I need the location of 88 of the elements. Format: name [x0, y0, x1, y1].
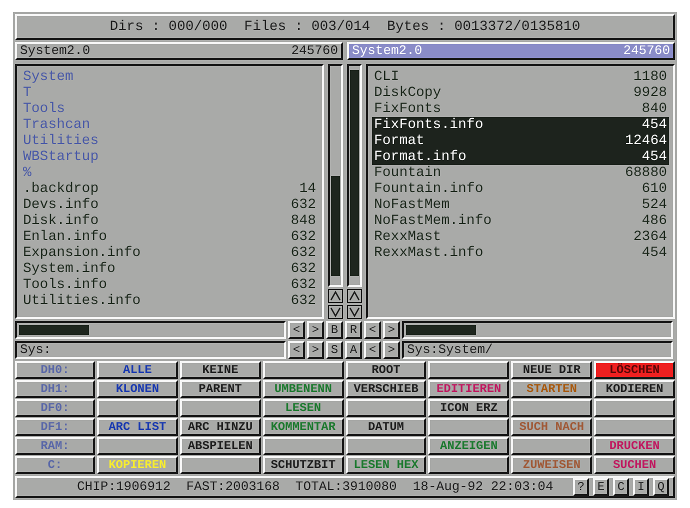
command-button[interactable]: ROOT — [346, 361, 426, 379]
nav-button[interactable]: S — [326, 341, 343, 359]
date-time: 18-Aug-92 22:03:04 — [412, 478, 554, 496]
blank-button[interactable] — [594, 399, 675, 417]
blank-button[interactable] — [428, 361, 510, 379]
horizontal-scrollbar[interactable] — [402, 321, 673, 339]
scrollbar-thumb[interactable] — [350, 70, 359, 276]
nav-button[interactable]: A — [345, 341, 362, 359]
status-button[interactable]: C — [613, 478, 629, 496]
command-button[interactable]: ARC LIST — [97, 418, 178, 436]
file-entry[interactable]: FixFonts 840 — [372, 101, 669, 117]
status-button[interactable]: E — [593, 478, 609, 496]
file-entry[interactable]: Fountain.info 610 — [372, 181, 669, 197]
path-field[interactable]: Sys:System/ — [402, 341, 673, 359]
file-entry[interactable]: Fountain 68880 — [372, 165, 669, 181]
command-button[interactable]: ARC HINZU — [180, 418, 261, 436]
file-entry[interactable]: NoFastMem 524 — [372, 197, 669, 213]
status-bar: Dirs : 000/000 Files : 003/014 Bytes : 0013372/0135810 — [15, 14, 675, 40]
nav-button[interactable]: < — [288, 341, 305, 359]
scroll-down-icon[interactable] — [347, 305, 362, 319]
blank-button[interactable] — [346, 399, 426, 417]
blank-button[interactable] — [346, 437, 426, 455]
blank-button[interactable] — [511, 399, 592, 417]
blank-button[interactable] — [262, 361, 344, 379]
command-button[interactable]: DATUM — [346, 418, 426, 436]
file-entry[interactable]: Enlan.info 632 — [21, 229, 318, 245]
nav-button[interactable]: < — [364, 321, 381, 339]
command-button[interactable]: ALLE — [97, 361, 178, 379]
blank-button[interactable] — [180, 456, 261, 474]
nav-button[interactable]: > — [383, 321, 400, 339]
blank-button[interactable] — [594, 418, 675, 436]
scrollbar-thumb[interactable] — [331, 176, 340, 276]
command-button[interactable]: ABSPIELEN — [180, 437, 261, 455]
file-entry[interactable]: Tools.info 632 — [21, 277, 318, 293]
disk-size: 245760 — [623, 42, 670, 60]
command-button[interactable]: VERSCHIEB — [346, 380, 426, 398]
blank-button[interactable] — [97, 399, 178, 417]
command-button[interactable]: KEINE — [180, 361, 261, 379]
disk-size: 245760 — [291, 42, 338, 60]
blank-button[interactable] — [428, 418, 510, 436]
command-button[interactable]: SCHUTZBIT — [262, 456, 344, 474]
scrollbar-track[interactable] — [347, 64, 362, 287]
file-entry[interactable]: DiskCopy 9928 — [372, 85, 669, 101]
file-entry[interactable]: Disk.info 848 — [21, 213, 318, 229]
scroll-up-icon[interactable] — [347, 289, 362, 303]
memory-readout: CHIP:1906912 FAST:2003168 TOTAL:3910080 — [77, 478, 397, 496]
nav-button[interactable]: R — [345, 321, 362, 339]
scrollbar-thumb[interactable] — [406, 325, 476, 335]
nav-button[interactable]: > — [307, 341, 324, 359]
nav-button[interactable]: < — [288, 321, 305, 339]
command-button[interactable]: LÖSCHEN — [594, 361, 675, 379]
command-button[interactable]: KLONEN — [97, 380, 178, 398]
blank-button[interactable] — [97, 437, 178, 455]
command-button[interactable]: ICON ERZ — [428, 399, 510, 417]
file-entry[interactable]: Format 12464 — [372, 133, 669, 149]
file-entry[interactable]: NoFastMem.info 486 — [372, 213, 669, 229]
nav-button[interactable]: B — [326, 321, 343, 339]
status-button[interactable]: ? — [573, 478, 589, 496]
blank-button[interactable] — [262, 437, 344, 455]
file-entry[interactable]: .backdrop 14 — [21, 181, 318, 197]
file-entry[interactable]: Utilities.info 632 — [21, 293, 318, 309]
file-entry[interactable]: RexxMast.info 454 — [372, 245, 669, 261]
file-entry[interactable]: System.info 632 — [21, 261, 318, 277]
file-entry[interactable]: CLI 1180 — [372, 69, 669, 85]
status-button[interactable]: I — [633, 478, 649, 496]
nav-button[interactable]: > — [383, 341, 400, 359]
blank-button[interactable] — [511, 437, 592, 455]
file-entry[interactable]: Devs.info 632 — [21, 197, 318, 213]
file-entry[interactable]: FixFonts.info 454 — [372, 117, 669, 133]
file-entry[interactable]: Format.info 454 — [372, 149, 669, 165]
file-entry[interactable]: RexxMast 2364 — [372, 229, 669, 245]
disk-name: System2.0 — [352, 42, 422, 60]
disk-name: System2.0 — [20, 42, 90, 60]
status-button[interactable]: Q — [653, 478, 669, 496]
scrollbar-track[interactable] — [328, 64, 343, 287]
nav-button[interactable]: > — [307, 321, 324, 339]
scroll-down-icon[interactable] — [328, 305, 343, 319]
command-button[interactable]: NEUE DIR — [511, 361, 592, 379]
path-field[interactable]: Sys: — [15, 341, 286, 359]
command-button[interactable]: KODIEREN — [594, 380, 675, 398]
horizontal-scrollbar[interactable] — [15, 321, 286, 339]
scroll-up-icon[interactable] — [328, 289, 343, 303]
scrollbar-thumb[interactable] — [19, 325, 89, 335]
nav-button[interactable]: < — [364, 341, 381, 359]
file-entry[interactable]: Expansion.info 632 — [21, 245, 318, 261]
blank-button[interactable] — [180, 399, 261, 417]
command-button[interactable]: PARENT — [180, 380, 261, 398]
blank-button[interactable] — [428, 456, 510, 474]
